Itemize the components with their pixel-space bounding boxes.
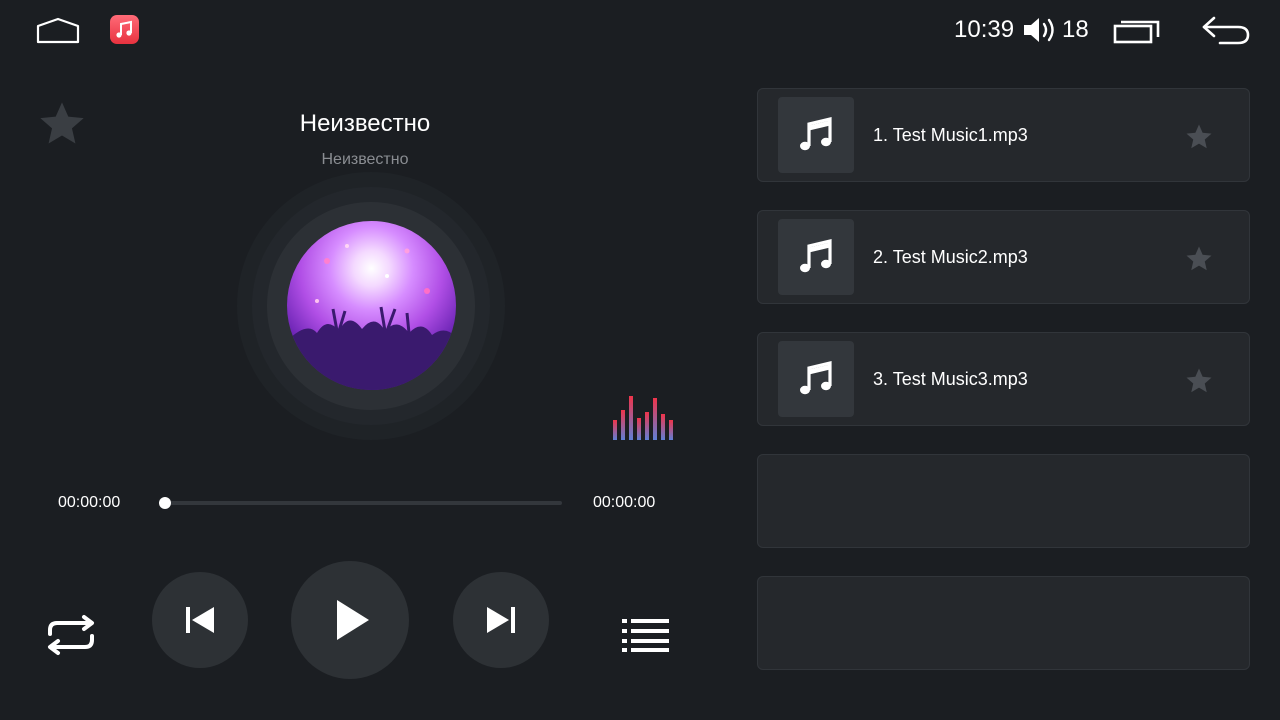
next-button[interactable] (453, 572, 549, 668)
playlist-button[interactable] (622, 617, 670, 653)
favorite-star-icon[interactable] (36, 98, 88, 150)
track-thumbnail (778, 219, 854, 295)
music-note-icon (800, 116, 832, 151)
volume-level: 18 (1062, 16, 1089, 43)
star-icon[interactable] (1184, 122, 1214, 157)
playlist-item-empty (757, 576, 1250, 670)
repeat-icon (48, 615, 94, 655)
track-artist: Неизвестно (321, 151, 409, 168)
play-button[interactable] (291, 561, 409, 679)
track-name: 3. Test Music3.mp3 (873, 369, 1028, 389)
star-icon[interactable] (1184, 366, 1214, 401)
list-icon (622, 619, 669, 652)
repeat-button[interactable] (44, 614, 98, 656)
playlist-item[interactable]: 2. Test Music2.mp3 (757, 210, 1250, 304)
music-note-icon (800, 360, 832, 395)
playlist-item-empty (757, 454, 1250, 548)
volume-icon[interactable] (1022, 15, 1058, 45)
track-name: 2. Test Music2.mp3 (873, 247, 1028, 267)
skip-next-icon (487, 607, 515, 633)
skip-previous-icon (186, 607, 214, 633)
track-thumbnail (778, 97, 854, 173)
home-icon[interactable] (36, 16, 80, 44)
music-app-icon[interactable] (110, 15, 139, 44)
status-clock: 10:39 (954, 16, 1015, 43)
playlist-item[interactable]: 3. Test Music3.mp3 (757, 332, 1250, 426)
progress-bar[interactable] (163, 501, 562, 505)
previous-button[interactable] (152, 572, 248, 668)
back-icon[interactable] (1200, 14, 1252, 46)
progress-knob[interactable] (159, 497, 171, 509)
track-title: Неизвестно (299, 110, 431, 137)
music-note-icon (800, 238, 832, 273)
star-icon[interactable] (1184, 244, 1214, 279)
track-name: 1. Test Music1.mp3 (873, 125, 1028, 145)
track-thumbnail (778, 341, 854, 417)
recents-icon[interactable] (1113, 17, 1161, 45)
play-icon (337, 600, 369, 640)
album-cover (287, 221, 456, 390)
total-time: 00:00:00 (593, 494, 656, 511)
equalizer-icon[interactable] (612, 394, 674, 440)
elapsed-time: 00:00:00 (58, 494, 121, 511)
playlist-item[interactable]: 1. Test Music1.mp3 (757, 88, 1250, 182)
